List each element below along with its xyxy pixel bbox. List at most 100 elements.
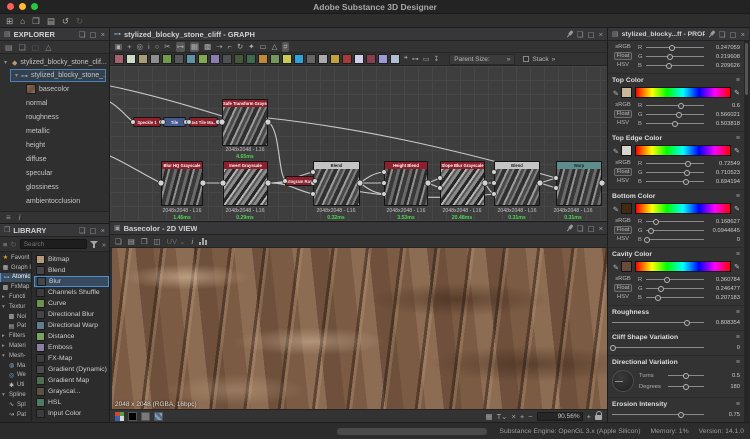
graph-node-safe-transform[interactable]: Safe Transform Grayscale (222, 99, 268, 146)
emboss-node-icon[interactable] (210, 54, 220, 64)
hsv-button[interactable]: HSV (617, 236, 629, 242)
open-folder-icon[interactable]: ❒ (32, 16, 40, 26)
snapshot-icon[interactable]: ◎ (136, 42, 143, 52)
center-view-icon[interactable]: + (520, 412, 524, 421)
category-utilities[interactable]: ✱Uti (0, 380, 31, 390)
grid-snap-icon[interactable]: # (282, 42, 288, 52)
info-icon[interactable]: i (191, 237, 193, 246)
slider-g[interactable]: G0.246477 (638, 284, 740, 293)
category-splines[interactable]: ∿Spl (0, 400, 31, 410)
output-ambientocclusion[interactable]: ambientocclusion (0, 194, 109, 208)
properties-scrollbar[interactable] (744, 41, 749, 422)
texture-2d-view[interactable]: 2048 x 2048 (RGBA, 16bpc) (112, 248, 607, 409)
color-picker-icon[interactable]: ✎ (734, 263, 740, 271)
output-metallic[interactable]: metallic (0, 124, 109, 138)
category-mesh-maps[interactable]: ◍Ma (0, 361, 31, 371)
library-item-gradient-map[interactable]: Gradient Map (34, 375, 109, 386)
zoom-level-input[interactable] (537, 412, 583, 421)
stack-checkbox[interactable]: Stack» (523, 56, 555, 63)
output-height[interactable]: height (0, 138, 109, 152)
library-item-gradient-dynamic[interactable]: Gradient (Dynamic) (34, 364, 109, 375)
compact-mode-icon[interactable]: ▩ (204, 42, 211, 52)
corner-links-icon[interactable]: ⌐ (228, 42, 232, 52)
grid-toggle-icon[interactable]: ▦ (485, 412, 492, 421)
library-item-emboss[interactable]: Emboss (34, 342, 109, 353)
mask-node-icon[interactable] (366, 54, 376, 64)
gradient-node-icon[interactable] (198, 54, 208, 64)
chevron-down-icon[interactable]: ▾ (4, 59, 9, 66)
pin-icon[interactable] (564, 222, 575, 233)
category-filters[interactable]: ▸Filters (0, 331, 31, 341)
category-atomic[interactable]: ⊶Atomic (0, 273, 31, 283)
shape-node-icon[interactable] (330, 54, 340, 64)
color-swatch[interactable] (621, 261, 632, 272)
slider-g[interactable]: G0.566021 (638, 110, 740, 119)
graph-node-4x4-tile-mask[interactable]: 4x4 Tile Ma... (189, 117, 218, 127)
filter-list-icon[interactable]: ≡ (3, 240, 7, 249)
category-patterns[interactable]: ▤Pat (0, 322, 31, 332)
pattern-node-icon[interactable] (246, 54, 256, 64)
info-icon[interactable]: i (19, 213, 21, 222)
turns-slider[interactable]: Turns0.5 (639, 371, 740, 380)
graph-row-selected[interactable]: ▾ ⊶ stylized_blocky_stone_... (10, 69, 106, 82)
slider-r[interactable]: R0.6 (638, 101, 740, 110)
tile-node-icon[interactable] (354, 54, 364, 64)
cut-links-icon[interactable]: ✂ (164, 42, 170, 52)
maximize-panel-icon[interactable]: ▢ (730, 30, 737, 39)
graph-node-blend-1[interactable]: Blend (313, 161, 360, 206)
graph-node-speckle[interactable]: Speckle 1 (133, 117, 161, 127)
search-input[interactable] (20, 239, 87, 249)
output-basecolor[interactable]: basecolor (0, 82, 109, 96)
color-picker-icon[interactable]: ✎ (734, 147, 740, 155)
frame-icon[interactable]: ▭ (423, 55, 430, 63)
maximize-panel-icon[interactable]: ▢ (90, 226, 97, 235)
slider-r[interactable]: R0.72549 (638, 159, 740, 168)
resize-icon[interactable]: ▭ (260, 42, 267, 52)
warp-node-icon[interactable] (186, 54, 196, 64)
float-button[interactable]: Float (614, 168, 633, 176)
slider-b[interactable]: B0.209626 (638, 61, 740, 70)
highlight-node-icon[interactable] (282, 54, 292, 64)
slider-r[interactable]: R0.168627 (638, 217, 740, 226)
update-icon[interactable]: ↻ (237, 42, 243, 52)
output-roughness[interactable]: roughness (0, 110, 109, 124)
graph-node-tile[interactable]: Tile (163, 117, 186, 127)
chevron-down-icon[interactable]: ▾ (15, 72, 18, 79)
eyedropper-icon[interactable]: ✐ (611, 90, 619, 96)
export-icon[interactable]: ❏ (19, 43, 26, 52)
chevron-right-icon[interactable]: ▸ (2, 343, 7, 349)
pin-note-icon[interactable]: ↧ (433, 55, 439, 63)
cliff-shape-variation-slider[interactable]: 0 (612, 343, 740, 352)
library-item-distance[interactable]: Distance (34, 331, 109, 342)
normal-node-icon[interactable] (294, 54, 304, 64)
new-graph-icon[interactable]: ⊞ (6, 16, 13, 26)
slider-g[interactable]: G0.219608 (638, 52, 740, 61)
black-background-swatch[interactable] (128, 412, 137, 421)
checker-background-icon[interactable] (154, 412, 163, 421)
category-materials[interactable]: ▸Materi (0, 341, 31, 351)
zoom-out-button[interactable]: − (528, 412, 532, 421)
export-image-icon[interactable]: ❏ (115, 237, 122, 246)
slider-r[interactable]: R0.360784 (638, 275, 740, 284)
slider-g[interactable]: G0.710523 (638, 168, 740, 177)
graph-node-histogram-range[interactable]: Histogram Range (285, 176, 315, 186)
category-favorites[interactable]: ★Favorit (0, 253, 31, 263)
background-icon[interactable]: ◫ (154, 237, 161, 246)
graph-node-slope-blur[interactable]: Slope Blur Grayscale (440, 161, 485, 206)
splatter-node-icon[interactable] (342, 54, 352, 64)
color-swatch[interactable] (621, 203, 632, 214)
zoom-icon[interactable]: ○ (155, 42, 160, 52)
float-panel-icon[interactable]: ❏ (79, 226, 86, 235)
noise-node-icon[interactable] (234, 54, 244, 64)
library-item-hsl[interactable]: HSL (34, 397, 109, 408)
color-swatch[interactable] (621, 87, 632, 98)
section-menu-icon[interactable]: ≡ (736, 193, 740, 200)
hsv-button[interactable]: HSV (617, 178, 629, 184)
section-menu-icon[interactable]: ≡ (736, 77, 740, 84)
section-menu-icon[interactable]: ≡ (736, 401, 740, 408)
close-panel-icon[interactable]: × (101, 30, 105, 39)
color-picker-icon[interactable]: ✎ (734, 205, 740, 213)
library-item-curve[interactable]: Curve (34, 298, 109, 309)
save-image-icon[interactable]: ▤ (128, 237, 135, 246)
srgb-button[interactable]: sRGB (615, 44, 630, 50)
